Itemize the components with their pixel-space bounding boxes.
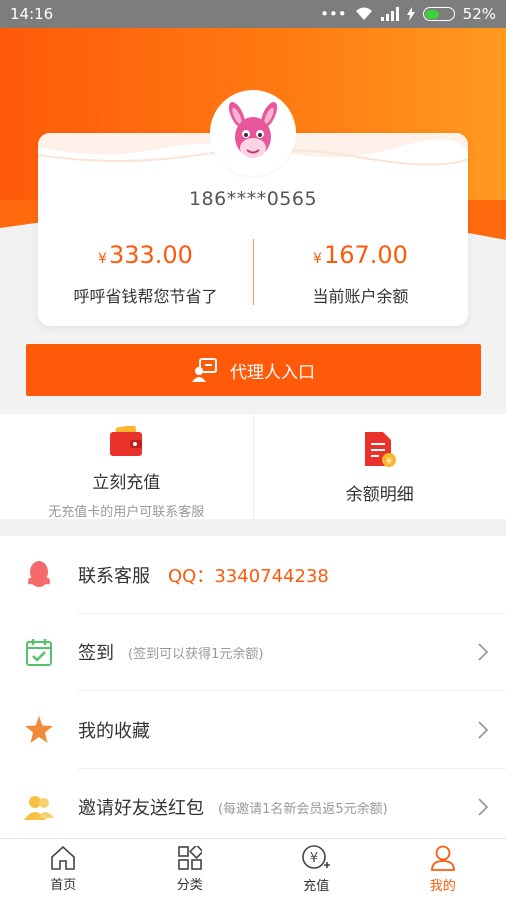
- balance-detail-tile[interactable]: ¥ 余额明细: [252, 414, 506, 519]
- saved-stat: ¥333.00 呼呼省钱帮您节省了: [38, 241, 253, 307]
- tab-recharge[interactable]: ¥ 充值: [253, 839, 380, 900]
- tab-mine-label: 我的: [429, 879, 456, 894]
- donkey-mascot-icon: [228, 102, 278, 158]
- tab-mine[interactable]: 我的: [380, 839, 506, 900]
- status-indicators: ••• 52%: [320, 5, 496, 23]
- recharge-subtitle: 无充值卡的用户可联系客服: [48, 505, 205, 520]
- more-dots-icon: •••: [320, 5, 347, 23]
- battery-percent: 52%: [462, 5, 496, 23]
- chevron-right-icon: [478, 643, 488, 661]
- user-phone: 186****0565: [188, 188, 318, 210]
- recharge-yen-icon: ¥: [302, 845, 331, 869]
- saved-amount: ¥333.00: [98, 241, 193, 269]
- svg-text:¥: ¥: [386, 457, 392, 467]
- charging-icon: [406, 7, 415, 21]
- list-item-checkin[interactable]: 签到 (签到可以获得1元余额): [0, 614, 506, 692]
- home-icon: [51, 846, 76, 870]
- bottom-nav: 首页 分类 ¥ 充值 我的: [0, 838, 506, 900]
- wallet-icon: [110, 424, 143, 456]
- document-yen-icon: ¥: [364, 432, 396, 467]
- wifi-icon: [355, 7, 372, 20]
- tab-home-label: 首页: [50, 878, 77, 893]
- avatar[interactable]: [213, 93, 293, 173]
- friends-icon: [24, 796, 54, 821]
- checkin-label: 签到: [78, 643, 114, 665]
- star-icon: [25, 716, 53, 744]
- invite-note: (每邀请1名新会员返5元余额): [218, 801, 388, 817]
- calendar-check-icon: [26, 639, 52, 667]
- agent-entry-label: 代理人入口: [230, 362, 315, 383]
- chevron-right-icon: [478, 721, 488, 739]
- status-bar: 14:16 ••• 52%: [0, 0, 506, 28]
- status-time: 14:16: [10, 5, 54, 23]
- agent-entry-button[interactable]: 代理人入口: [26, 344, 481, 396]
- battery-icon: [422, 7, 455, 21]
- signal-icon: [380, 7, 399, 21]
- tab-recharge-label: 充值: [303, 879, 330, 894]
- user-icon: [430, 845, 455, 871]
- balance-amount: ¥167.00: [313, 241, 408, 269]
- list-item-favorites[interactable]: 我的收藏: [0, 691, 506, 769]
- invite-label: 邀请好友送红包: [78, 798, 204, 820]
- balance-label: 当前账户余额: [312, 287, 409, 306]
- tab-category-label: 分类: [176, 878, 203, 893]
- qq-number[interactable]: QQ：3340744238: [168, 562, 329, 588]
- balance-detail-icon-wrap: ¥: [254, 432, 506, 468]
- chevron-right-icon: [478, 798, 488, 816]
- list-item-customer-service[interactable]: 联系客服 QQ：3340744238: [0, 536, 506, 614]
- favorites-label: 我的收藏: [78, 720, 150, 742]
- saved-label: 呼呼省钱帮您节省了: [73, 287, 218, 306]
- recharge-title: 立刻充值: [92, 473, 161, 493]
- menu-list: 联系客服 QQ：3340744238 签到 (签到可以获得1元余额) 我的收藏: [0, 536, 506, 846]
- balance-stat[interactable]: ¥167.00 当前账户余额: [253, 241, 468, 307]
- balance-detail-title: 余额明细: [345, 485, 414, 505]
- quick-actions: 立刻充值 无充值卡的用户可联系客服 ¥ 余额明细: [0, 414, 506, 520]
- svg-text:¥: ¥: [310, 851, 318, 866]
- tab-home[interactable]: 首页: [0, 839, 127, 900]
- checkin-note: (签到可以获得1元余额): [128, 646, 264, 662]
- customer-service-label: 联系客服: [78, 565, 150, 587]
- recharge-icon-wrap: [0, 424, 253, 458]
- qq-penguin-icon: [28, 560, 50, 587]
- recharge-tile[interactable]: 立刻充值 无充值卡的用户可联系客服: [0, 414, 253, 520]
- list-item-invite[interactable]: 邀请好友送红包 (每邀请1名新会员返5元余额): [0, 769, 506, 847]
- category-icon: [177, 846, 202, 870]
- tab-category[interactable]: 分类: [127, 839, 254, 900]
- agent-icon: [192, 358, 217, 382]
